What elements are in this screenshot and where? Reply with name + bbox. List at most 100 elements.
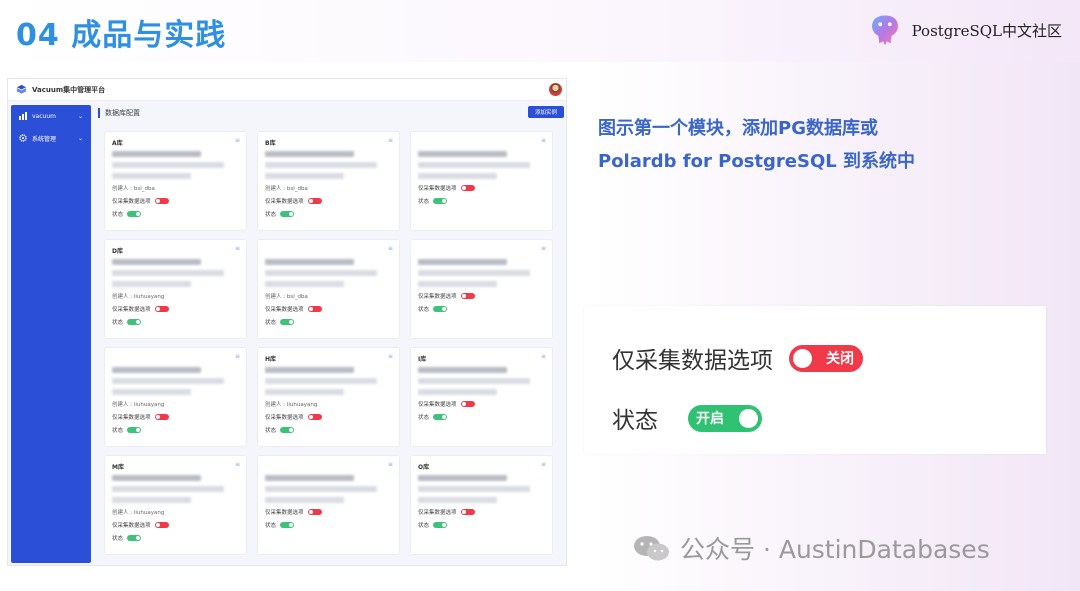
collect-option-switch[interactable]: [307, 198, 322, 204]
collect-option-label: 仅采集数据选项: [112, 523, 151, 529]
status-row: 状态: [265, 318, 392, 326]
status-row: 状态: [112, 318, 239, 326]
status-switch[interactable]: [280, 211, 295, 217]
status-label: 状态: [418, 415, 430, 421]
blurred-field: [112, 486, 224, 492]
collect-option-switch[interactable]: 关闭: [789, 344, 863, 372]
add-instance-button[interactable]: 添加实例: [528, 106, 564, 118]
database-card[interactable]: I库 ≡ 仅采集数据选项 状态: [410, 347, 553, 447]
menu-icon[interactable]: ≡: [235, 353, 240, 360]
menu-icon[interactable]: ≡: [388, 137, 393, 144]
content-header: 数据库配置 添加实例: [98, 105, 564, 121]
collect-option-label: 仅采集数据选项: [418, 402, 457, 408]
collect-option-row: 仅采集数据选项: [112, 305, 239, 313]
menu-icon[interactable]: ≡: [235, 461, 240, 468]
chart-icon: [19, 112, 27, 120]
database-card[interactable]: O库 ≡ 仅采集数据选项 状态: [410, 455, 553, 555]
card-name: [265, 462, 392, 470]
status-row: 状态: [112, 426, 239, 434]
card-name: O库: [418, 464, 430, 471]
status-switch[interactable]: [127, 427, 142, 433]
database-card[interactable]: A库 ≡ 创建人 : bsl_dba 仅采集数据选项 状态: [104, 131, 247, 231]
collect-option-row: 仅采集数据选项: [265, 197, 392, 205]
collect-option-switch[interactable]: [154, 198, 169, 204]
blurred-field: [265, 367, 354, 373]
status-switch[interactable]: [127, 319, 142, 325]
database-card[interactable]: ≡ 创建人 : liuhuayang 仅采集数据选项 状态: [104, 347, 247, 447]
watermark-text: 公众号 · AustinDatabases: [680, 535, 990, 564]
switch-text: 开启: [696, 411, 724, 427]
blurred-field: [112, 151, 201, 157]
status-switch[interactable]: [280, 319, 295, 325]
status-switch[interactable]: [433, 414, 448, 420]
database-card[interactable]: ≡ 仅采集数据选项 状态: [410, 131, 553, 231]
collect-option-switch[interactable]: [307, 306, 322, 312]
collect-option-row: 仅采集数据选项: [112, 521, 239, 529]
database-card[interactable]: B库 ≡ 创建人 : bsl_dba 仅采集数据选项 状态: [257, 131, 400, 231]
user-avatar[interactable]: [549, 83, 562, 96]
status-switch[interactable]: 开启: [688, 404, 762, 432]
blurred-field: [418, 259, 507, 265]
collect-option-switch[interactable]: [460, 509, 475, 515]
menu-icon[interactable]: ≡: [541, 353, 546, 360]
status-row: 状态: [265, 426, 392, 434]
section-marker: [98, 108, 100, 118]
status-switch[interactable]: [433, 306, 448, 312]
status-label: 状态: [418, 199, 430, 205]
app-sidebar: vacuum ⌄ 系统管理 ⌄: [11, 105, 91, 563]
sidebar-item-system[interactable]: 系统管理 ⌄: [11, 127, 91, 149]
database-card[interactable]: ≡ 创建人 : bsl_dba 仅采集数据选项 状态: [257, 239, 400, 339]
collect-option-switch[interactable]: [154, 414, 169, 420]
collect-option-switch[interactable]: [460, 293, 475, 299]
watermark: 公众号 · AustinDatabases: [632, 530, 990, 566]
card-name: [112, 354, 239, 362]
brand: PostgreSQL中文社区: [866, 10, 1062, 50]
status-switch[interactable]: [127, 535, 142, 541]
elephant-logo-icon: [871, 15, 898, 46]
blurred-field: [418, 151, 507, 157]
blurred-field: [112, 475, 201, 481]
status-switch[interactable]: [433, 522, 448, 528]
sidebar-item-vacuum[interactable]: vacuum ⌄: [11, 105, 91, 127]
status-row: 状态: [418, 413, 545, 421]
status-switch[interactable]: [433, 198, 448, 204]
menu-icon[interactable]: ≡: [388, 461, 393, 468]
status-switch[interactable]: [280, 427, 295, 433]
menu-icon[interactable]: ≡: [388, 245, 393, 252]
blurred-field: [418, 389, 497, 395]
menu-icon[interactable]: ≡: [388, 353, 393, 360]
blurred-field: [265, 475, 354, 481]
blurred-field: [265, 173, 344, 179]
database-card[interactable]: M库 ≡ 创建人 : liuhuayang 仅采集数据选项 状态: [104, 455, 247, 555]
blurred-field: [265, 162, 377, 168]
collect-option-label: 仅采集数据选项: [418, 510, 457, 516]
menu-icon[interactable]: ≡: [235, 137, 240, 144]
menu-icon[interactable]: ≡: [541, 137, 546, 144]
card-name: B库: [265, 140, 276, 147]
cube-logo-icon: [16, 84, 27, 94]
database-card[interactable]: ≡ 仅采集数据选项 状态: [410, 239, 553, 339]
database-card[interactable]: H库 ≡ 创建人 : liuhuayang 仅采集数据选项 状态: [257, 347, 400, 447]
collect-option-switch[interactable]: [307, 414, 322, 420]
collect-option-label: 仅采集数据选项: [265, 415, 304, 421]
description-line: Polardb for PostgreSQL 到系统中: [598, 151, 915, 172]
collect-option-switch[interactable]: [307, 509, 322, 515]
collect-option-switch[interactable]: [154, 522, 169, 528]
blurred-field: [418, 162, 530, 168]
collect-option-switch[interactable]: [154, 306, 169, 312]
status-switch[interactable]: [280, 522, 295, 528]
collect-option-label: 仅采集数据选项: [265, 307, 304, 313]
menu-icon[interactable]: ≡: [235, 245, 240, 252]
menu-icon[interactable]: ≡: [541, 245, 546, 252]
database-card[interactable]: ≡ 仅采集数据选项 状态: [257, 455, 400, 555]
blurred-field: [265, 270, 377, 276]
menu-icon[interactable]: ≡: [541, 461, 546, 468]
database-card[interactable]: D库 ≡ 创建人 : liuhuayang 仅采集数据选项 状态: [104, 239, 247, 339]
card-owner: 创建人 : liuhuayang: [265, 402, 318, 408]
status-switch[interactable]: [127, 211, 142, 217]
card-name: [418, 246, 545, 254]
card-name: [418, 138, 545, 146]
collect-option-switch[interactable]: [460, 401, 475, 407]
collect-option-row: 仅采集数据选项: [112, 197, 239, 205]
collect-option-switch[interactable]: [460, 185, 475, 191]
